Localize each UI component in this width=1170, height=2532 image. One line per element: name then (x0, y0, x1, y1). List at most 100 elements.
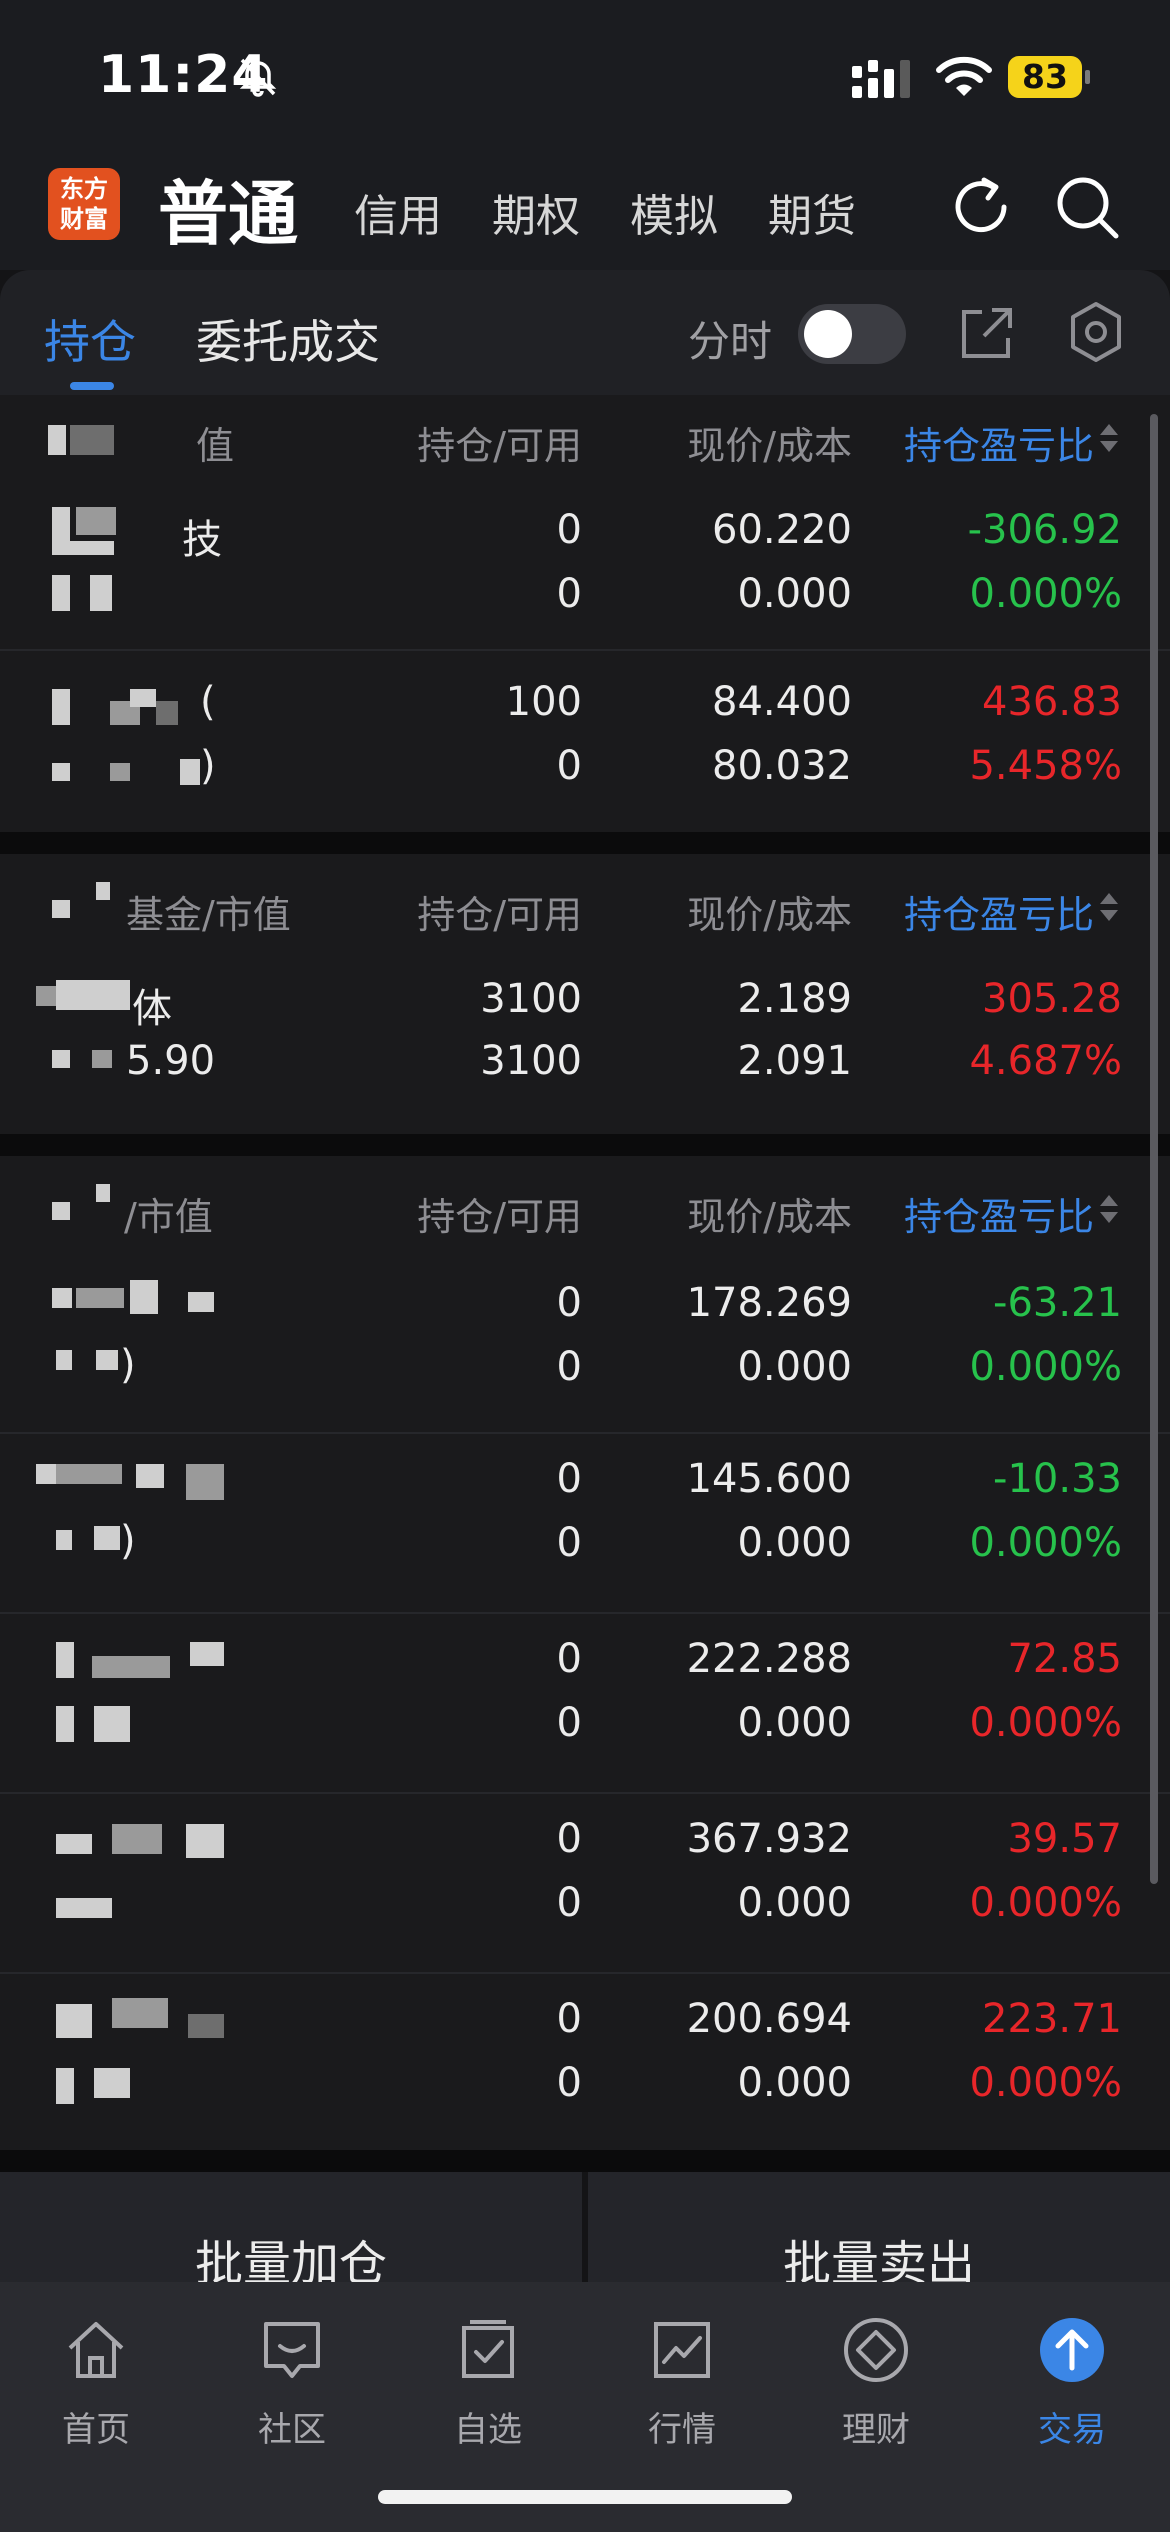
code-mask (94, 1706, 130, 1742)
nav-label: 理财 (842, 2410, 910, 2450)
stock-name: 技 (182, 517, 222, 563)
sort-icon[interactable] (1098, 421, 1120, 455)
nav-market[interactable]: 行情 (602, 2302, 762, 2452)
position-column-header[interactable]: 持仓/可用 (417, 415, 582, 470)
code-mask (180, 759, 200, 785)
nav-wealth[interactable]: 理财 (796, 2302, 956, 2452)
holdings-section-stocks: 值 持仓/可用 现价/成本 持仓盈亏比 技 0 0 60.220 0.000 -… (0, 395, 1170, 832)
position-qty: 0 (556, 1280, 582, 1326)
code-mask (90, 575, 112, 611)
tab-simulation[interactable]: 模拟 (630, 180, 718, 244)
holding-row[interactable]: ) 0 0 178.269 0.000 -63.21 0.000% (0, 1266, 1170, 1434)
search-icon[interactable] (1052, 172, 1122, 242)
holding-row[interactable]: 体 5.90 3100 3100 2.189 2.091 305.28 4.68… (0, 964, 1170, 1134)
intraday-toggle[interactable] (798, 304, 906, 364)
sort-icon[interactable] (1098, 890, 1120, 924)
price-column-header[interactable]: 现价/成本 (687, 415, 852, 470)
name-mask (36, 1464, 56, 1484)
profit-loss: -10.33 (993, 1456, 1122, 1502)
name-mask (96, 1184, 110, 1202)
gear-icon[interactable] (1064, 300, 1128, 364)
tab-futures[interactable]: 期货 (768, 180, 856, 244)
name-mask (70, 425, 114, 455)
tab-options[interactable]: 期权 (492, 180, 580, 244)
pl-column-header[interactable]: 持仓盈亏比 (904, 884, 1094, 939)
position-qty: 0 (556, 1636, 582, 1682)
name-mask (76, 1288, 124, 1308)
cost-price: 0.000 (737, 1700, 852, 1746)
code-mask (56, 2068, 74, 2104)
wifi-icon (936, 56, 992, 96)
current-price: 367.932 (686, 1816, 852, 1862)
holding-row[interactable]: ( ) 100 0 84.400 80.032 436.83 5.458% (0, 651, 1170, 829)
tab-orders[interactable]: 委托成交 (196, 306, 380, 372)
profit-loss: -306.92 (967, 507, 1122, 553)
name-mask (130, 1280, 158, 1314)
current-price: 2.189 (737, 976, 852, 1022)
holdings-tabs: 持仓 委托成交 分时 (0, 270, 1170, 395)
logo-line1: 东方 (60, 175, 108, 203)
profit-loss-ratio: 0.000% (969, 1700, 1122, 1746)
tab-credit[interactable]: 信用 (354, 180, 442, 244)
cost-price: 0.000 (737, 1344, 852, 1390)
name-mask (112, 1824, 162, 1854)
name-mask (56, 1642, 74, 1678)
sort-icon[interactable] (1098, 1192, 1120, 1226)
market-icon (654, 2322, 710, 2378)
name-mask (186, 1824, 224, 1858)
pl-column-header[interactable]: 持仓盈亏比 (904, 415, 1094, 470)
refresh-icon[interactable] (946, 172, 1016, 242)
position-qty: 0 (556, 1456, 582, 1502)
nav-watchlist[interactable]: 自选 (408, 2302, 568, 2452)
battery-tip (1085, 70, 1090, 84)
section-separator (0, 1134, 1170, 1156)
available-qty: 0 (556, 2060, 582, 2106)
pl-column-header[interactable]: 持仓盈亏比 (904, 1186, 1094, 1241)
section-separator (0, 2150, 1170, 2172)
export-icon[interactable] (958, 304, 1016, 362)
watchlist-icon (462, 2320, 514, 2378)
stock-name: ( (200, 679, 216, 725)
cost-price: 0.000 (737, 571, 852, 617)
batch-add-button[interactable]: 批量加仓 (0, 2172, 582, 2292)
price-column-header[interactable]: 现价/成本 (687, 1186, 852, 1241)
holding-row[interactable]: 技 0 0 60.220 0.000 -306.92 0.000% (0, 491, 1170, 649)
nav-community[interactable]: 社区 (212, 2302, 372, 2452)
holding-row[interactable]: 0 0 367.932 0.000 39.57 0.000% (0, 1794, 1170, 1972)
available-qty: 0 (556, 1880, 582, 1926)
profit-loss-ratio: 0.000% (969, 571, 1122, 617)
holding-row[interactable]: ) 0 0 145.600 0.000 -10.33 0.000% (0, 1434, 1170, 1612)
position-column-header[interactable]: 持仓/可用 (417, 884, 582, 939)
name-mask (52, 689, 70, 725)
active-tab-indicator (70, 382, 114, 390)
code-mask (56, 1530, 72, 1550)
name-mask (188, 1292, 214, 1312)
account-bar: 东方 财富 普通 信用 期权 模拟 期货 (0, 150, 1170, 270)
nav-trade[interactable]: 交易 (992, 2302, 1152, 2452)
profit-loss-ratio: 0.000% (969, 1880, 1122, 1926)
name-mask (96, 882, 110, 900)
cost-price: 0.000 (737, 1520, 852, 1566)
name-mask (52, 900, 70, 918)
name-column-header: 基金/市值 (126, 893, 291, 937)
code-mask (56, 1350, 72, 1370)
scrollbar[interactable] (1150, 414, 1158, 1884)
logo-line2: 财富 (60, 205, 108, 233)
nav-label: 行情 (648, 2410, 716, 2450)
position-column-header[interactable]: 持仓/可用 (417, 1186, 582, 1241)
price-column-header[interactable]: 现价/成本 (687, 884, 852, 939)
name-mask (36, 986, 56, 1006)
holding-row[interactable]: 0 0 200.694 0.000 223.71 0.000% (0, 1974, 1170, 2150)
battery-level: 83 (1008, 56, 1082, 98)
tab-normal-account[interactable]: 普通 (158, 158, 298, 259)
tab-holdings[interactable]: 持仓 (44, 306, 136, 372)
code-mask (92, 1050, 112, 1068)
name-mask (76, 507, 116, 535)
cost-price: 0.000 (737, 2060, 852, 2106)
current-price: 178.269 (686, 1280, 852, 1326)
nav-home[interactable]: 首页 (16, 2302, 176, 2452)
holding-row[interactable]: 0 0 222.288 0.000 72.85 0.000% (0, 1614, 1170, 1792)
community-icon (264, 2322, 320, 2378)
batch-sell-button[interactable]: 批量卖出 (588, 2172, 1170, 2292)
position-qty: 3100 (480, 976, 582, 1022)
